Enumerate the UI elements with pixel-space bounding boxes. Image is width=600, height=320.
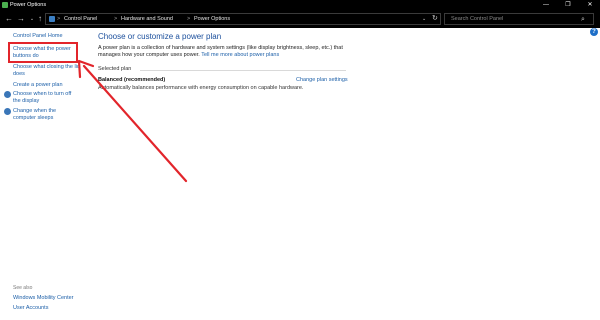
power-plans-help-link[interactable]: Tell me more about power plans [201, 52, 279, 58]
plan-name: Balanced (recommended) [98, 77, 166, 83]
maximize-button[interactable]: ❐ [558, 0, 578, 10]
forward-button[interactable]: → [16, 14, 26, 24]
search-placeholder: Search Control Panel [451, 16, 504, 22]
address-dropdown-icon[interactable]: ⌄ [422, 15, 426, 24]
page-title: Choose or customize a power plan [98, 32, 222, 41]
control-panel-icon [49, 16, 55, 22]
refresh-icon[interactable]: ↻ [432, 14, 438, 24]
breadcrumb-control-panel[interactable]: Control Panel [64, 15, 97, 24]
breadcrumb-power-options[interactable]: Power Options [194, 15, 230, 24]
breadcrumb-separator: > [57, 16, 61, 22]
breadcrumb-separator: > [114, 16, 118, 22]
highlight-box [8, 42, 78, 63]
minimize-button[interactable]: — [536, 0, 556, 10]
closing-lid-link[interactable]: Choose what closing the lid does [13, 64, 81, 78]
computer-sleeps-link[interactable]: Change when the computer sleeps [13, 108, 79, 122]
page-description: A power plan is a collection of hardware… [98, 45, 358, 59]
breadcrumb-separator: > [187, 16, 191, 22]
search-icon[interactable]: ⌕ [581, 15, 585, 24]
create-power-plan-link[interactable]: Create a power plan [13, 82, 63, 89]
selected-plan-label: Selected plan [98, 66, 132, 72]
change-plan-settings-link[interactable]: Change plan settings [296, 77, 348, 84]
address-toolbar: ← → ⌄ ↑ > Control Panel > Hardware and S… [0, 10, 600, 28]
display-shield-icon [4, 91, 11, 98]
up-button[interactable]: ↑ [35, 14, 45, 24]
plan-description: Automatically balances performance with … [98, 85, 304, 91]
back-button[interactable]: ← [4, 14, 14, 24]
sleep-moon-icon [4, 108, 11, 115]
divider [140, 70, 346, 71]
search-box[interactable]: Search Control Panel ⌕ [444, 13, 594, 25]
address-bar[interactable]: > Control Panel > Hardware and Sound > P… [45, 13, 441, 25]
control-panel-home-link[interactable]: Control Panel Home [13, 33, 63, 40]
help-button[interactable]: ? [590, 28, 598, 36]
breadcrumb-hardware-and-sound[interactable]: Hardware and Sound [121, 15, 173, 24]
see-also-heading: See also [13, 285, 33, 291]
turn-off-display-link[interactable]: Choose when to turn off the display [13, 91, 77, 105]
title-bar: Power Options — ❐ ✕ [0, 0, 600, 10]
close-button[interactable]: ✕ [580, 0, 600, 10]
window-title: Power Options [10, 2, 47, 8]
power-options-icon [2, 2, 8, 8]
user-accounts-link[interactable]: User Accounts [13, 305, 48, 312]
mobility-center-link[interactable]: Windows Mobility Center [13, 295, 74, 302]
